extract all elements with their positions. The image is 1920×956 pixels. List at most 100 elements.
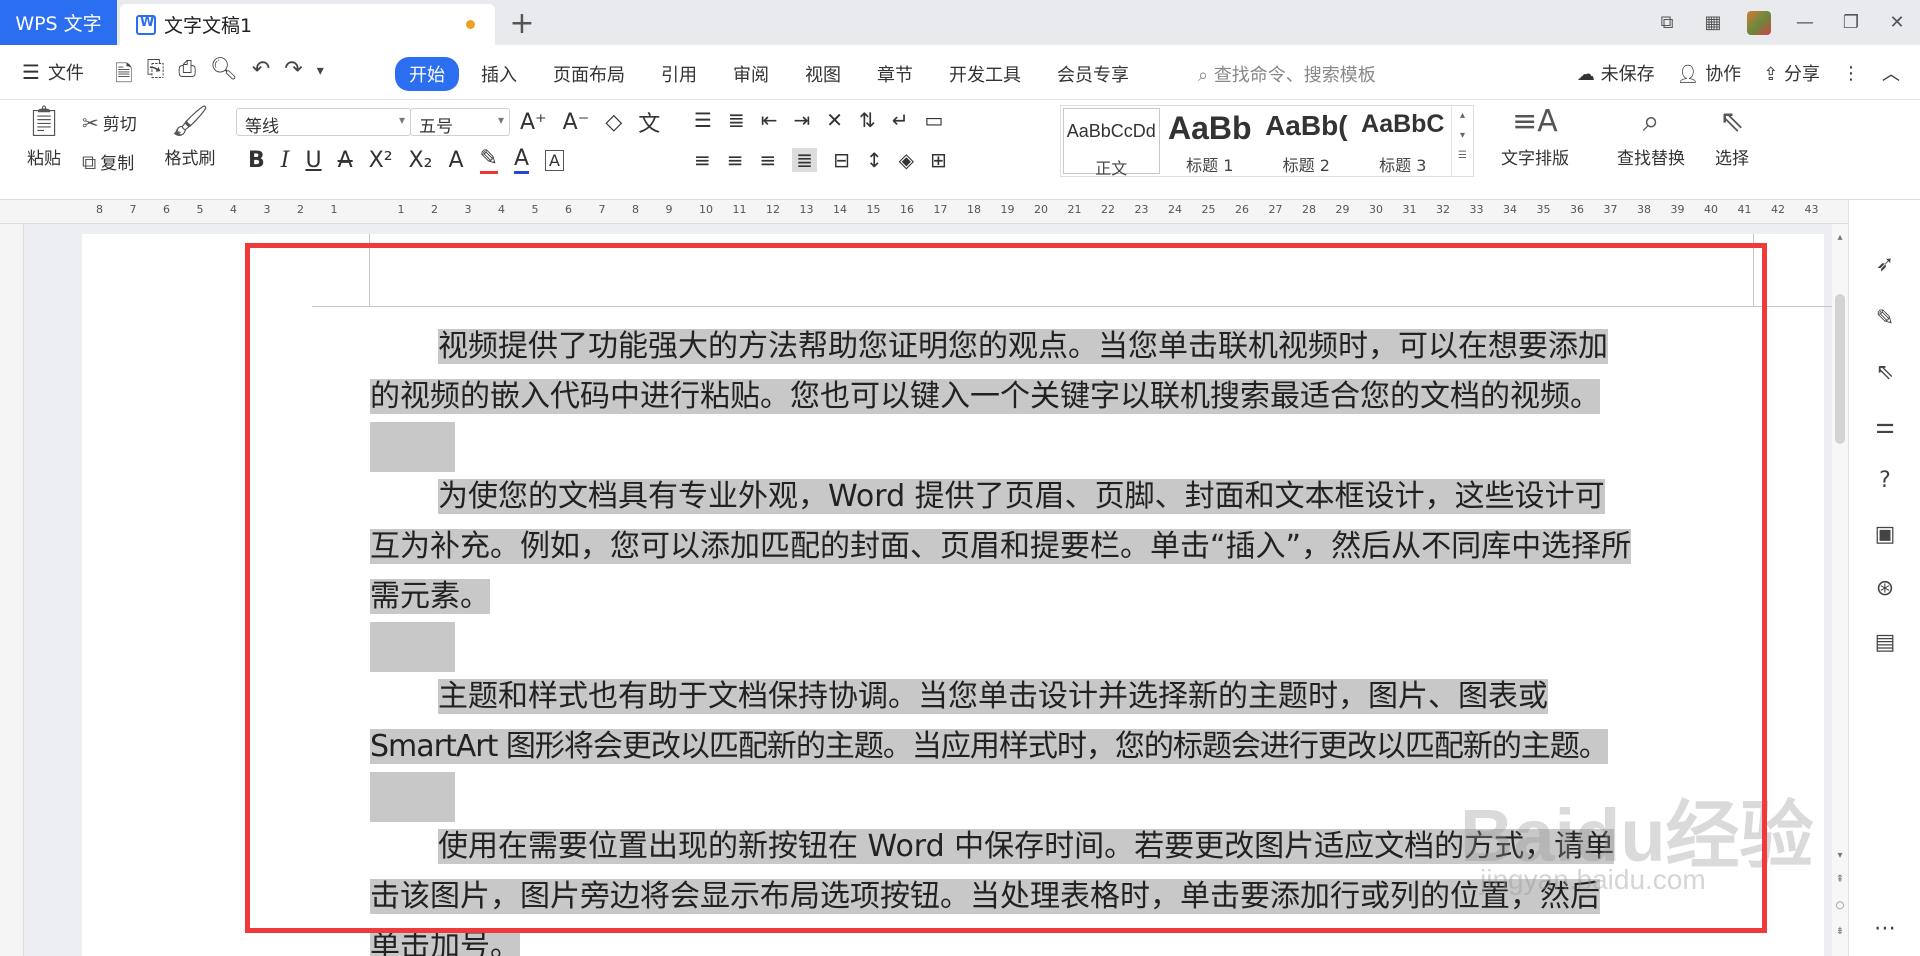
chinese-layout-icon[interactable]: ✕ <box>826 108 843 132</box>
paste-button[interactable]: 📋︎ 粘贴 <box>14 104 74 169</box>
tab-home[interactable]: 开始 <box>395 57 459 91</box>
style-heading-1[interactable]: AaBb 标题 1 <box>1162 106 1259 176</box>
customize-dropdown-icon[interactable]: ▾ <box>317 57 324 95</box>
tab-member[interactable]: 会员专享 <box>1043 57 1143 91</box>
pointer-icon[interactable]: ⇖ <box>1849 360 1920 385</box>
clear-format-icon[interactable]: ◇ <box>605 110 622 135</box>
file-menu[interactable]: ☰ 文件 <box>22 59 84 85</box>
font-name-select[interactable]: 等线 <box>236 108 411 137</box>
table-ruler-icon[interactable]: ▭ <box>925 108 944 132</box>
paragraph-3[interactable]: 主题和样式也有助于文档保持协调。当您单击设计并选择新的主题时，图片、图表或 Sm… <box>370 672 1752 772</box>
tab-sections[interactable]: 章节 <box>863 57 927 91</box>
prev-page-icon[interactable]: ⇞ <box>1832 874 1848 885</box>
redo-icon[interactable]: ↷ <box>284 57 302 95</box>
minimize-icon[interactable]: — <box>1782 12 1828 33</box>
text-layout-button[interactable]: ≡A 文字排版 <box>1490 104 1580 169</box>
align-center-icon[interactable]: ≡ <box>727 148 744 172</box>
more-icon[interactable]: ⋮ <box>1842 63 1860 84</box>
paragraph-1[interactable]: 视频提供了功能强大的方法帮助您证明您的观点。当您单击联机视频时，可以在想要添加 … <box>370 322 1752 422</box>
increase-indent-icon[interactable]: ⇥ <box>793 108 810 132</box>
bold-icon[interactable]: B <box>248 148 265 173</box>
sliders-icon[interactable]: ⚌ <box>1849 414 1920 439</box>
horizontal-ruler[interactable]: 8 7 6 5 4 3 2 1 1 2 3 4 5 6 7 8 9 10 11 12 13 14 15 16 17 18 19 20 2… <box>0 200 1920 224</box>
copy-button[interactable]: ⧉ 复制 <box>82 149 134 175</box>
undo-icon[interactable]: ↶ <box>252 57 270 95</box>
style-gallery-scroll[interactable]: ▴ ▾ ☰ <box>1451 106 1473 176</box>
share-button[interactable]: ⇪ 分享 <box>1763 60 1820 86</box>
collab-button[interactable]: 👤︎ 协作 <box>1677 60 1742 86</box>
shrink-font-icon[interactable]: A⁻ <box>563 110 590 135</box>
tab-references[interactable]: 引用 <box>647 57 711 91</box>
grid-apps-icon[interactable]: ▦ <box>1690 12 1736 33</box>
subscript-icon[interactable]: X₂ <box>409 148 433 173</box>
tab-review[interactable]: 审阅 <box>719 57 783 91</box>
style-heading-2[interactable]: AaBb( 标题 2 <box>1258 106 1355 176</box>
export-pdf-icon[interactable]: ⎘ <box>147 57 165 95</box>
align-left-icon[interactable]: ≡ <box>694 148 711 172</box>
collapse-ribbon-icon[interactable]: ︿ <box>1882 60 1900 86</box>
pen-icon[interactable]: ✎ <box>1849 306 1920 331</box>
find-replace-button[interactable]: ⌕ 查找替换 <box>1606 104 1696 169</box>
image-tool-icon[interactable]: ▣ <box>1849 522 1920 547</box>
print-icon[interactable]: ⎙ <box>178 57 196 95</box>
compass-icon[interactable]: ⊛ <box>1849 576 1920 601</box>
more-options-icon[interactable]: ⋯ <box>1849 916 1920 941</box>
print-preview-icon[interactable]: 🔍︎ <box>210 57 238 95</box>
strikethrough-icon[interactable]: A <box>338 148 353 173</box>
char-border-icon[interactable]: A <box>545 149 564 171</box>
phonetic-icon[interactable]: 文 <box>638 106 660 138</box>
superscript-icon[interactable]: X² <box>369 148 393 173</box>
save-icon[interactable]: 🗎 <box>115 57 133 95</box>
command-search[interactable]: ⌕ 查找命令、搜索模板 <box>1198 61 1376 87</box>
rocket-icon[interactable]: ➶ <box>1849 252 1920 277</box>
tab-developer[interactable]: 开发工具 <box>935 57 1035 91</box>
justify-icon[interactable]: ≣ <box>792 148 818 172</box>
tab-view[interactable]: 视图 <box>791 57 855 91</box>
font-size-select[interactable]: 五号 <box>410 108 510 137</box>
book-icon[interactable]: ▤ <box>1849 630 1920 655</box>
tab-page-layout[interactable]: 页面布局 <box>539 57 639 91</box>
scroll-up-icon[interactable]: ▴ <box>1832 232 1848 243</box>
next-page-icon[interactable]: ⇟ <box>1832 926 1848 937</box>
decrease-indent-icon[interactable]: ⇤ <box>761 108 778 132</box>
sort-icon[interactable]: ⇅ <box>859 108 876 132</box>
unsaved-button[interactable]: ☁ 未保存 <box>1577 60 1655 86</box>
new-tab-button[interactable]: + <box>505 6 539 41</box>
scrollbar-thumb[interactable] <box>1835 294 1845 444</box>
document-tab[interactable]: 文字文稿1 <box>120 4 495 45</box>
app-tab[interactable]: WPS 文字 <box>0 0 117 45</box>
style-normal-label: 正文 <box>1095 159 1128 178</box>
align-right-icon[interactable]: ≡ <box>760 148 777 172</box>
text-effect-icon[interactable]: A <box>448 148 463 173</box>
select-browse-icon[interactable]: ○ <box>1832 900 1848 911</box>
vertical-ruler[interactable] <box>0 224 24 956</box>
italic-icon[interactable]: I <box>281 148 290 173</box>
style-normal[interactable]: AaBbCcDd 正文 <box>1063 108 1160 178</box>
cut-button[interactable]: ✂ 剪切 <box>82 110 137 136</box>
grow-font-icon[interactable]: A⁺ <box>520 110 547 135</box>
select-button[interactable]: ⇖ 选择 <box>1700 104 1764 169</box>
distribute-icon[interactable]: ⊟ <box>833 148 850 172</box>
scroll-down-icon[interactable]: ▾ <box>1832 850 1848 861</box>
vertical-scrollbar[interactable]: ▴ ▾ ⇞ ○ ⇟ <box>1832 224 1848 956</box>
cursor-arrow-icon: ⇖ <box>1719 104 1745 139</box>
bullets-icon[interactable]: ☰ <box>694 108 712 132</box>
close-icon[interactable]: ✕ <box>1874 12 1920 33</box>
format-painter-button[interactable]: 🖌︎ 格式刷 <box>160 104 220 169</box>
underline-icon[interactable]: U <box>305 148 321 173</box>
search-icon: ⌕ <box>1198 65 1214 86</box>
font-color-icon[interactable]: A <box>513 146 529 174</box>
show-marks-icon[interactable]: ↵ <box>892 108 909 132</box>
help-icon[interactable]: ? <box>1849 468 1920 493</box>
restore-icon[interactable]: ❐ <box>1828 12 1874 33</box>
avatar[interactable] <box>1747 10 1771 35</box>
highlight-icon[interactable]: ✎ <box>479 146 498 174</box>
numbering-icon[interactable]: ≣ <box>728 108 745 132</box>
line-spacing-icon[interactable]: ↕ <box>866 148 883 172</box>
tab-insert[interactable]: 插入 <box>467 57 531 91</box>
paragraph-2[interactable]: 为使您的文档具有专业外观，Word 提供了页眉、页脚、封面和文本框设计，这些设计… <box>370 472 1752 622</box>
style-heading-3[interactable]: AaBbC 标题 3 <box>1355 106 1452 176</box>
page-count-icon[interactable]: ⧉ <box>1644 12 1690 33</box>
shading-icon[interactable]: ◈ <box>899 148 914 172</box>
borders-icon[interactable]: ⊞ <box>930 148 947 172</box>
